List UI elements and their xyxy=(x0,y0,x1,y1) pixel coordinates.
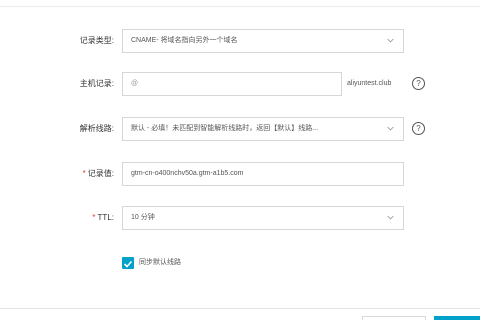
line-select[interactable]: 默认 - 必填！未匹配到智能解析线路时，返回【默认】线路... xyxy=(122,117,404,141)
host-row: 主机记录: @ aliyuntest.club ? xyxy=(0,72,480,96)
question-circle-icon[interactable]: ? xyxy=(412,77,425,90)
host-value: @ xyxy=(131,80,139,87)
sync-default-label: 同步默认线路 xyxy=(139,259,181,266)
ttl-row: * TTL: 10 分钟 xyxy=(0,206,480,230)
record-value-label-text: 记录值: xyxy=(87,169,114,178)
dialog-top-border xyxy=(0,0,480,7)
record-type-select[interactable]: CNAME- 将域名指向另外一个域名 xyxy=(122,29,404,53)
required-mark: * xyxy=(92,213,96,222)
host-label: 主机记录: xyxy=(79,79,114,88)
record-type-value: CNAME- 将域名指向另外一个域名 xyxy=(131,37,238,44)
chevron-down-icon xyxy=(387,38,394,43)
question-circle-icon[interactable]: ? xyxy=(412,122,425,135)
ttl-label-text: TTL: xyxy=(97,213,114,222)
confirm-button[interactable] xyxy=(434,316,480,320)
record-type-row: 记录类型: CNAME- 将域名指向另外一个域名 xyxy=(0,29,480,53)
required-mark: * xyxy=(82,169,86,178)
host-input[interactable]: @ xyxy=(122,72,342,96)
chevron-down-icon xyxy=(387,215,394,220)
record-type-label: 记录类型: xyxy=(79,36,114,45)
line-row: 解析线路: 默认 - 必填！未匹配到智能解析线路时，返回【默认】线路... ? xyxy=(0,117,480,141)
footer-divider xyxy=(0,308,480,309)
ttl-value: 10 分钟 xyxy=(131,214,155,221)
sync-default-checkbox[interactable] xyxy=(122,257,134,269)
line-label: 解析线路: xyxy=(79,124,114,133)
line-value: 默认 - 必填！未匹配到智能解析线路时，返回【默认】线路... xyxy=(131,125,319,132)
record-value-row: * 记录值: gtm-cn-o400nchv50a.gtm-a1b5.com xyxy=(0,162,480,186)
ttl-label: * TTL: xyxy=(92,206,114,230)
record-value-label: * 记录值: xyxy=(83,162,114,186)
cancel-button[interactable] xyxy=(362,316,426,320)
record-value-text: gtm-cn-o400nchv50a.gtm-a1b5.com xyxy=(131,170,244,177)
checkmark-icon xyxy=(123,260,133,268)
chevron-down-icon xyxy=(387,126,394,131)
ttl-select[interactable]: 10 分钟 xyxy=(122,206,404,230)
record-value-input[interactable]: gtm-cn-o400nchv50a.gtm-a1b5.com xyxy=(122,162,404,186)
domain-suffix: aliyuntest.club xyxy=(347,80,392,87)
